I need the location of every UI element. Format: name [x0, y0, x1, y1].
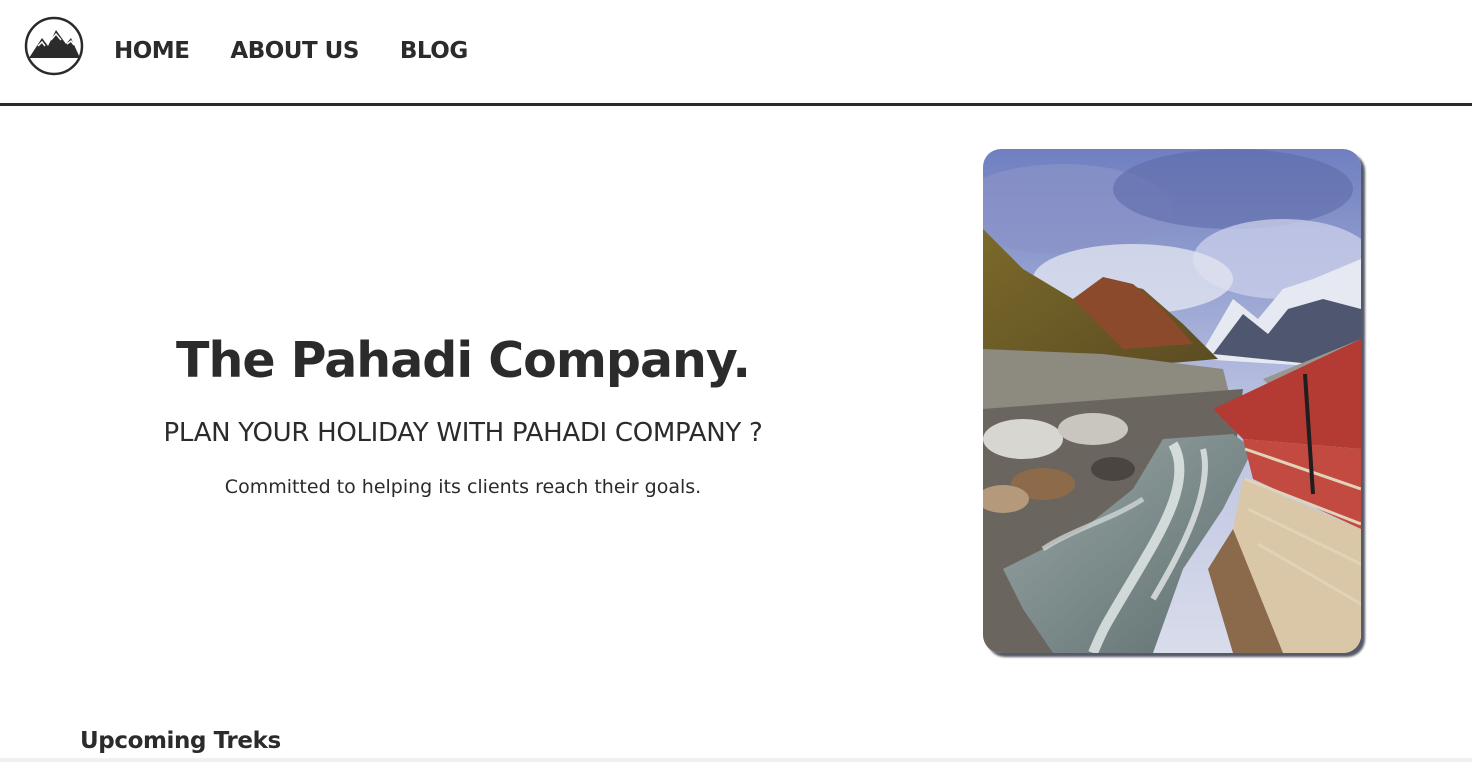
hero-description: Committed to helping its clients reach t…: [224, 476, 702, 498]
hero-title: The Pahadi Company.: [176, 332, 751, 389]
upcoming-treks-title: Upcoming Treks: [80, 728, 281, 754]
page-bottom-divider: [0, 758, 1472, 762]
hero-image: [983, 149, 1361, 653]
mountain-logo-icon[interactable]: [24, 16, 84, 76]
hero-section: The Pahadi Company. PLAN YOUR HOLIDAY WI…: [60, 330, 866, 500]
nav-link-about-us[interactable]: ABOUT US: [230, 36, 359, 66]
nav-link-blog[interactable]: BLOG: [400, 36, 468, 66]
hero-subtitle: PLAN YOUR HOLIDAY WITH PAHADI COMPANY ?: [163, 418, 763, 448]
main-nav: HOME ABOUT US BLOG: [114, 36, 509, 66]
navbar: HOME ABOUT US BLOG: [0, 0, 1472, 106]
nav-link-home[interactable]: HOME: [114, 36, 190, 66]
